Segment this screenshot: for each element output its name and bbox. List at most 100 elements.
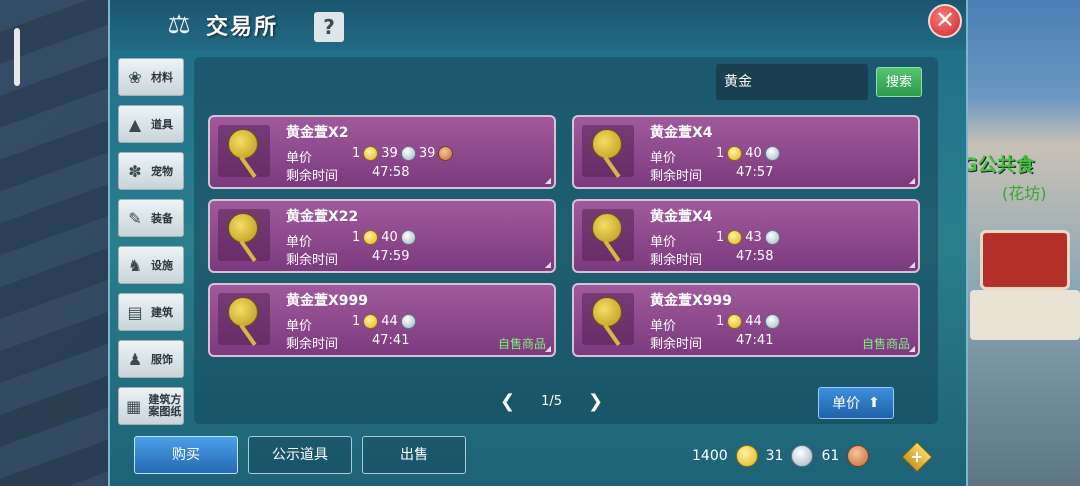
gold-coin-icon bbox=[735, 445, 758, 467]
sort-by-price-button[interactable]: 单价 ⬆ bbox=[818, 387, 894, 419]
listing-card[interactable]: 黄金萱X4 单价 1 43 剩余时间 47:58 ◢ bbox=[572, 199, 920, 273]
corner-mark-icon: ◢ bbox=[544, 260, 551, 269]
prev-page-icon[interactable]: ❮ bbox=[500, 391, 515, 412]
category-buildings[interactable]: ▤ 建筑 bbox=[118, 293, 184, 331]
category-label: 宠物 bbox=[151, 165, 173, 178]
time-remaining: 47:58 bbox=[736, 249, 774, 264]
gold-coin-icon bbox=[727, 146, 743, 161]
title-bar: ⚖ 交易所 ? ✕ bbox=[110, 0, 966, 50]
category-clothing[interactable]: ♟ 服饰 bbox=[118, 340, 184, 378]
category-sidebar: ❀ 材料 ▲ 道具 ✽ 宠物 ✎ 装备 ♞ 设施 ▤ 建筑 ♟ 服饰 ▦ 建筑方 bbox=[118, 58, 186, 434]
gold-amount: 1 bbox=[716, 146, 725, 161]
category-label: 服饰 bbox=[151, 353, 173, 366]
scroll-indicator[interactable] bbox=[14, 28, 20, 86]
search-input[interactable]: 黄金 bbox=[716, 64, 868, 100]
fan-icon bbox=[218, 209, 270, 262]
listing-card[interactable]: 黄金萱X999 单价 1 44 剩余时间 47:41 自售商品 ◢ bbox=[572, 283, 920, 357]
silver-amount: 44 bbox=[381, 314, 398, 329]
listing-card[interactable]: 黄金萱X4 单价 1 40 剩余时间 47:57 ◢ bbox=[572, 115, 920, 189]
scales-icon: ⚖ bbox=[167, 10, 191, 40]
silver-balance: 31 bbox=[765, 448, 784, 464]
time-label: 剩余时间 bbox=[286, 253, 339, 268]
silver-coin-icon bbox=[791, 445, 814, 467]
category-label: 装备 bbox=[151, 212, 173, 225]
fan-icon bbox=[218, 125, 270, 178]
copper-balance: 61 bbox=[821, 448, 840, 464]
item-name: 黄金萱X4 bbox=[650, 125, 713, 141]
tab-public-items[interactable]: 公示道具 bbox=[248, 436, 352, 474]
gold-coin-icon bbox=[363, 146, 379, 161]
gold-coin-icon bbox=[727, 230, 743, 245]
add-currency-button[interactable]: + bbox=[901, 441, 933, 473]
self-listing-badge: 自售商品 bbox=[497, 337, 546, 351]
corner-mark-icon: ◢ bbox=[544, 344, 551, 353]
time-label: 剩余时间 bbox=[650, 169, 703, 184]
item-name: 黄金萱X22 bbox=[286, 209, 359, 225]
category-materials[interactable]: ❀ 材料 bbox=[118, 58, 184, 96]
category-equipment[interactable]: ✎ 装备 bbox=[118, 199, 184, 237]
time-remaining: 47:58 bbox=[372, 165, 410, 180]
tab-buy[interactable]: 购买 bbox=[134, 436, 238, 474]
help-button[interactable]: ? bbox=[314, 12, 344, 42]
silver-coin-icon bbox=[764, 146, 780, 161]
category-pets[interactable]: ✽ 宠物 bbox=[118, 152, 184, 190]
search-button[interactable]: 搜索 bbox=[876, 67, 922, 97]
listing-panel: 黄金 搜索 黄金萱X2 单价 1 39 39 剩余时间 47:58 ◢ 黄金萱X… bbox=[194, 57, 938, 424]
gold-amount: 1 bbox=[352, 314, 361, 329]
scene-counter bbox=[970, 290, 1080, 340]
item-name: 黄金萱X999 bbox=[650, 293, 733, 309]
gold-amount: 1 bbox=[352, 146, 361, 161]
time-label: 剩余时间 bbox=[286, 169, 339, 184]
next-page-icon[interactable]: ❯ bbox=[588, 391, 603, 412]
scene-right: G公共食 (花坊) bbox=[960, 0, 1080, 486]
silver-coin-icon bbox=[400, 230, 416, 245]
silver-coin-icon bbox=[400, 146, 416, 161]
fan-icon bbox=[218, 293, 270, 346]
price-value: 1 40 bbox=[352, 230, 416, 245]
tab-sell[interactable]: 出售 bbox=[362, 436, 466, 474]
fan-icon bbox=[582, 209, 634, 262]
price-value: 1 39 39 bbox=[352, 146, 454, 161]
gold-balance: 1400 bbox=[692, 448, 728, 464]
exchange-window: ⚖ 交易所 ? ✕ ❀ 材料 ▲ 道具 ✽ 宠物 ✎ 装备 ♞ 设施 ▤ 建筑 bbox=[108, 0, 968, 486]
price-label: 单价 bbox=[650, 151, 677, 166]
scene-text: G公共食 bbox=[962, 154, 1035, 176]
listing-card[interactable]: 黄金萱X999 单价 1 44 剩余时间 47:41 自售商品 ◢ bbox=[208, 283, 556, 357]
time-label: 剩余时间 bbox=[286, 337, 339, 352]
category-blueprints[interactable]: ▦ 建筑方案图纸 bbox=[118, 387, 184, 425]
corner-mark-icon: ◢ bbox=[544, 176, 551, 185]
sort-arrow-icon: ⬆ bbox=[868, 395, 880, 411]
category-items[interactable]: ▲ 道具 bbox=[118, 105, 184, 143]
page-indicator: 1/5 bbox=[541, 394, 563, 409]
equipment-icon: ✎ bbox=[128, 208, 142, 228]
gold-amount: 1 bbox=[716, 230, 725, 245]
corner-mark-icon: ◢ bbox=[908, 260, 915, 269]
price-value: 1 44 bbox=[352, 314, 416, 329]
self-listing-badge: 自售商品 bbox=[861, 337, 910, 351]
category-label: 设施 bbox=[151, 259, 173, 272]
corner-mark-icon: ◢ bbox=[908, 176, 915, 185]
copper-amount: 39 bbox=[418, 146, 436, 161]
materials-icon: ❀ bbox=[128, 67, 142, 87]
category-facilities[interactable]: ♞ 设施 bbox=[118, 246, 184, 284]
silver-amount: 43 bbox=[745, 230, 762, 245]
sort-label: 单价 bbox=[832, 396, 861, 412]
time-remaining: 47:57 bbox=[736, 165, 774, 180]
facility-icon: ♞ bbox=[127, 255, 143, 275]
listing-card[interactable]: 黄金萱X22 单价 1 40 剩余时间 47:59 ◢ bbox=[208, 199, 556, 273]
listing-card[interactable]: 黄金萱X2 单价 1 39 39 剩余时间 47:58 ◢ bbox=[208, 115, 556, 189]
silver-amount: 40 bbox=[745, 146, 762, 161]
copper-coin-icon bbox=[847, 445, 870, 467]
gold-amount: 1 bbox=[352, 230, 361, 245]
silver-coin-icon bbox=[764, 314, 780, 329]
time-label: 剩余时间 bbox=[650, 337, 703, 352]
price-value: 1 43 bbox=[716, 230, 780, 245]
item-name: 黄金萱X2 bbox=[286, 125, 349, 141]
price-label: 单价 bbox=[650, 235, 677, 250]
category-label: 建筑 bbox=[151, 306, 173, 319]
pagination: ❮ 1/5 ❯ bbox=[500, 391, 603, 412]
close-button[interactable]: ✕ bbox=[928, 4, 962, 38]
building-icon: ▤ bbox=[127, 302, 143, 322]
item-icon: ▲ bbox=[128, 114, 142, 134]
time-remaining: 47:41 bbox=[736, 333, 774, 348]
